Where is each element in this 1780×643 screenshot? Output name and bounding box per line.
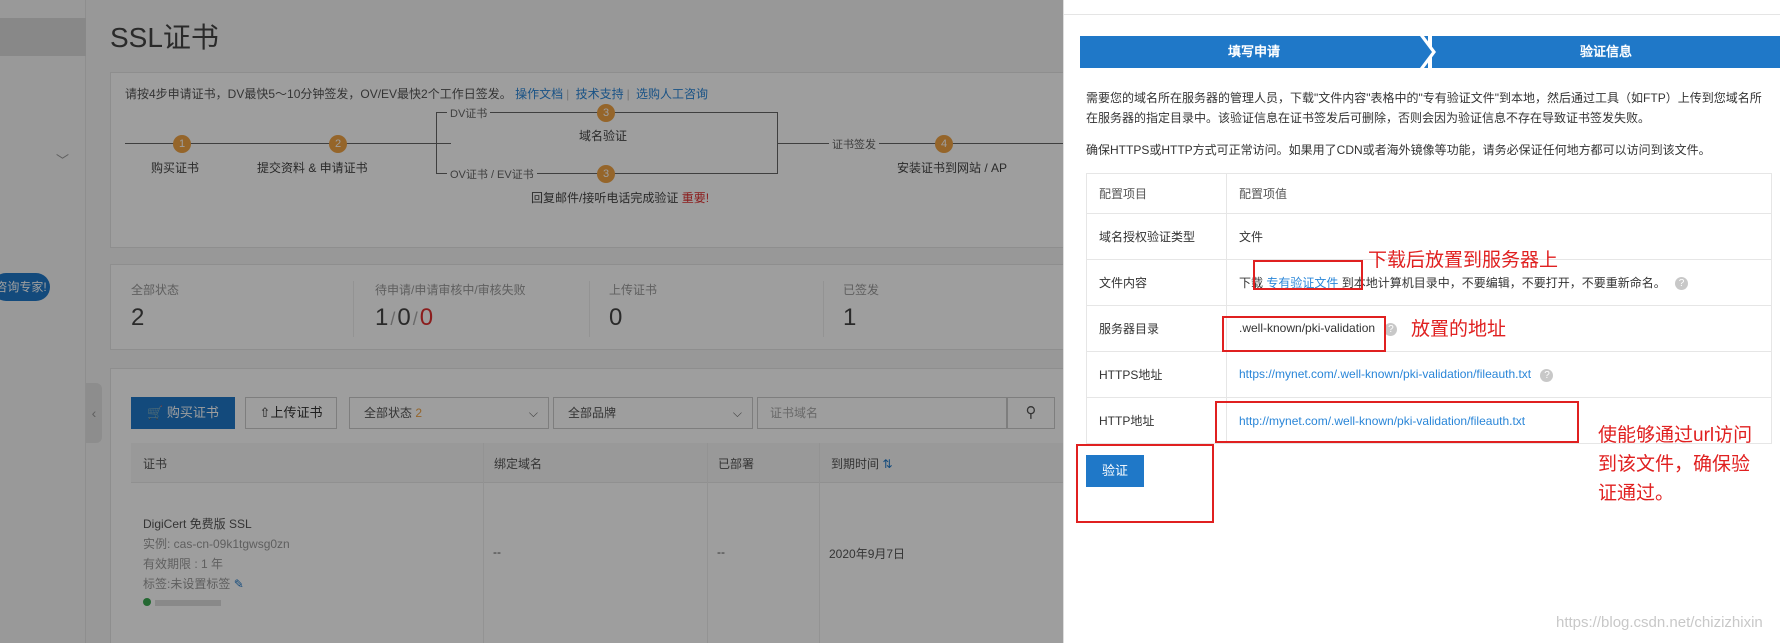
config-key: HTTPS地址 bbox=[1086, 351, 1227, 398]
annotation-box bbox=[1215, 401, 1579, 443]
config-key: 服务器目录 bbox=[1086, 305, 1227, 352]
wizard-arrow-icon bbox=[1412, 36, 1436, 68]
annotation-download: 下载后放置到服务器上 bbox=[1368, 250, 1559, 271]
annotation-url-line3: 证通过。 bbox=[1598, 483, 1675, 504]
access-note: 确保HTTPS或HTTP方式可正常访问。如果用了CDN或者海外镜像等功能，请务必… bbox=[1086, 143, 1711, 157]
wizard-steps: 填写申请 验证信息 bbox=[1080, 36, 1780, 68]
column-header: 配置项值 bbox=[1226, 173, 1772, 214]
modal-overlay[interactable] bbox=[0, 0, 1063, 643]
column-header: 配置项目 bbox=[1086, 173, 1227, 214]
annotation-url-line2: 到该文件，确保验 bbox=[1598, 454, 1751, 475]
watermark: https://blog.csdn.net/chizizhixin bbox=[1556, 614, 1763, 631]
annotation-url-line1: 使能够通过url访问 bbox=[1598, 425, 1753, 446]
annotation-location: 放置的地址 bbox=[1411, 319, 1507, 340]
wizard-step-verify: 验证信息 bbox=[1432, 36, 1780, 68]
wizard-step-fill: 填写申请 bbox=[1080, 36, 1428, 68]
help-icon[interactable]: ? bbox=[1540, 368, 1554, 382]
https-url-link[interactable]: https://mynet.com/.well-known/pki-valida… bbox=[1239, 367, 1531, 381]
annotation-box bbox=[1222, 316, 1386, 352]
config-value: https://mynet.com/.well-known/pki-valida… bbox=[1226, 351, 1772, 398]
config-key: 文件内容 bbox=[1086, 259, 1227, 306]
instructions-text: 需要您的域名所在服务器的管理人员，下载"文件内容"表格中的"专有验证文件"到本地… bbox=[1086, 91, 1762, 125]
annotation-box bbox=[1253, 260, 1363, 290]
config-key: HTTP地址 bbox=[1086, 397, 1227, 444]
annotation-box bbox=[1076, 444, 1214, 523]
help-icon[interactable]: ? bbox=[1675, 277, 1689, 291]
help-icon[interactable]: ? bbox=[1384, 322, 1398, 336]
config-key: 域名授权验证类型 bbox=[1086, 213, 1227, 260]
